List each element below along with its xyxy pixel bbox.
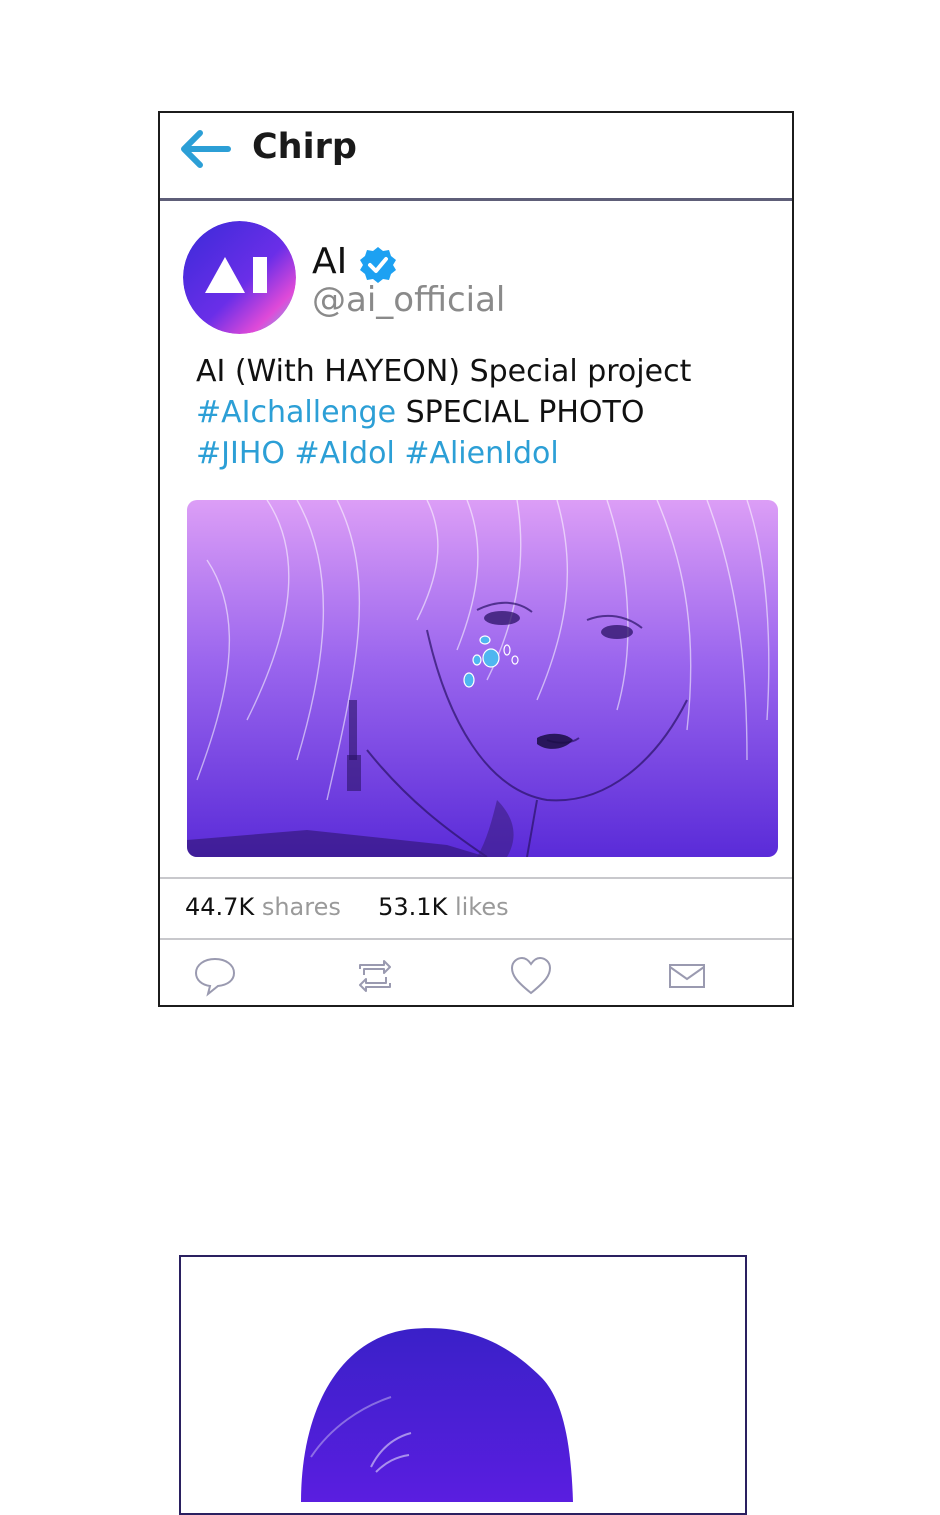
hashtag-link[interactable]: #AIchallenge	[196, 395, 396, 430]
app-title: Chirp	[252, 127, 357, 167]
back-arrow-icon[interactable]	[178, 127, 232, 171]
comic-panel	[179, 1255, 747, 1515]
post-image[interactable]	[187, 500, 778, 857]
display-name: AI	[312, 241, 348, 282]
app-header: Chirp	[160, 113, 792, 201]
user-handle[interactable]: @ai_official	[312, 280, 505, 320]
comic-panel-illustration	[301, 1328, 573, 1502]
post-text: AI (With HAYEON) Special project #AIchal…	[196, 351, 776, 474]
chirp-app-window: Chirp AI @ai_official AI (With HAYEON) S…	[158, 111, 794, 1007]
shares-count: 44.7K	[185, 893, 255, 921]
post-text-fragment: SPECIAL PHOTO	[396, 395, 645, 430]
post-text-line: #AIchallenge SPECIAL PHOTO	[196, 392, 776, 433]
avatar-logo-icon	[183, 221, 296, 334]
post-text-line: AI (With HAYEON) Special project	[196, 354, 692, 389]
divider	[160, 938, 792, 940]
post-stats: 44.7K shares 53.1K likes	[185, 893, 509, 921]
shares-label: shares	[261, 893, 341, 921]
post-illustration	[187, 500, 778, 857]
repost-icon[interactable]	[352, 953, 398, 999]
heart-icon[interactable]	[508, 953, 554, 999]
avatar[interactable]	[183, 221, 296, 334]
verified-badge-icon	[360, 247, 396, 283]
likes-label: likes	[454, 893, 509, 921]
divider	[160, 877, 792, 879]
speech-bubble-icon[interactable]	[192, 953, 238, 999]
envelope-icon[interactable]	[664, 953, 710, 999]
likes-count: 53.1K	[378, 893, 448, 921]
hashtag-links[interactable]: #JIHO #AIdol #AlienIdol	[196, 433, 776, 474]
